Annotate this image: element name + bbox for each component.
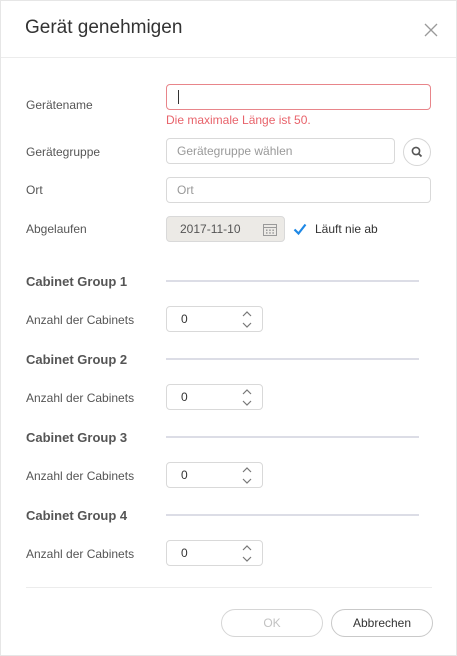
- cabinet-count-value: 0: [181, 468, 188, 482]
- chevron-down-icon[interactable]: [241, 555, 253, 563]
- approve-device-dialog: Gerät genehmigen Gerätename Die maximale…: [0, 0, 457, 656]
- section-divider: [166, 436, 419, 438]
- chevron-up-icon[interactable]: [241, 466, 253, 474]
- never-expires-label[interactable]: Läuft nie ab: [315, 222, 378, 236]
- device-name-label: Gerätename: [26, 98, 93, 112]
- device-name-input[interactable]: [166, 84, 431, 110]
- text-caret: [178, 90, 179, 104]
- cabinet-group-title: Cabinet Group 3: [26, 430, 128, 445]
- chevron-down-icon[interactable]: [241, 477, 253, 485]
- dialog-title: Gerät genehmigen: [25, 17, 183, 38]
- calendar-icon: [263, 224, 277, 236]
- cabinet-count-stepper[interactable]: 0: [166, 384, 263, 410]
- device-name-error: Die maximale Länge ist 50.: [166, 113, 311, 127]
- cabinet-count-value: 0: [181, 390, 188, 404]
- cabinet-group-title: Cabinet Group 4: [26, 508, 128, 523]
- expires-date-value: 2017-11-10: [180, 222, 241, 236]
- expires-label: Abgelaufen: [26, 222, 87, 236]
- dialog-header: Gerät genehmigen: [1, 1, 456, 58]
- cabinet-count-value: 0: [181, 546, 188, 560]
- never-expires-checkbox[interactable]: [293, 222, 307, 236]
- section-divider: [166, 514, 419, 516]
- location-label: Ort: [26, 183, 43, 197]
- cabinet-count-label: Anzahl der Cabinets: [26, 313, 135, 327]
- cabinet-group-title: Cabinet Group 1: [26, 274, 128, 289]
- expires-date-picker[interactable]: 2017-11-10: [166, 216, 285, 242]
- device-group-placeholder: Gerätegruppe wählen: [177, 144, 293, 158]
- cancel-button[interactable]: Abbrechen: [331, 609, 433, 637]
- cabinet-count-stepper[interactable]: 0: [166, 462, 263, 488]
- cabinet-count-value: 0: [181, 312, 188, 326]
- device-group-input[interactable]: Gerätegruppe wählen: [166, 138, 395, 164]
- device-group-label: Gerätegruppe: [26, 145, 101, 159]
- section-divider: [166, 358, 419, 360]
- cabinet-count-stepper[interactable]: 0: [166, 306, 263, 332]
- cabinet-count-label: Anzahl der Cabinets: [26, 469, 135, 483]
- cabinet-count-label: Anzahl der Cabinets: [26, 391, 135, 405]
- chevron-down-icon[interactable]: [241, 399, 253, 407]
- search-icon: [411, 146, 423, 158]
- chevron-up-icon[interactable]: [241, 310, 253, 318]
- search-button[interactable]: [403, 138, 431, 166]
- cabinet-count-label: Anzahl der Cabinets: [26, 547, 135, 561]
- chevron-up-icon[interactable]: [241, 544, 253, 552]
- location-placeholder: Ort: [177, 183, 194, 197]
- close-icon[interactable]: [421, 20, 441, 40]
- location-input[interactable]: Ort: [166, 177, 431, 203]
- section-divider: [166, 280, 419, 282]
- cabinet-count-stepper[interactable]: 0: [166, 540, 263, 566]
- chevron-down-icon[interactable]: [241, 321, 253, 329]
- cabinet-group-title: Cabinet Group 2: [26, 352, 128, 367]
- ok-button[interactable]: OK: [221, 609, 323, 637]
- footer-divider: [26, 587, 432, 588]
- chevron-up-icon[interactable]: [241, 388, 253, 396]
